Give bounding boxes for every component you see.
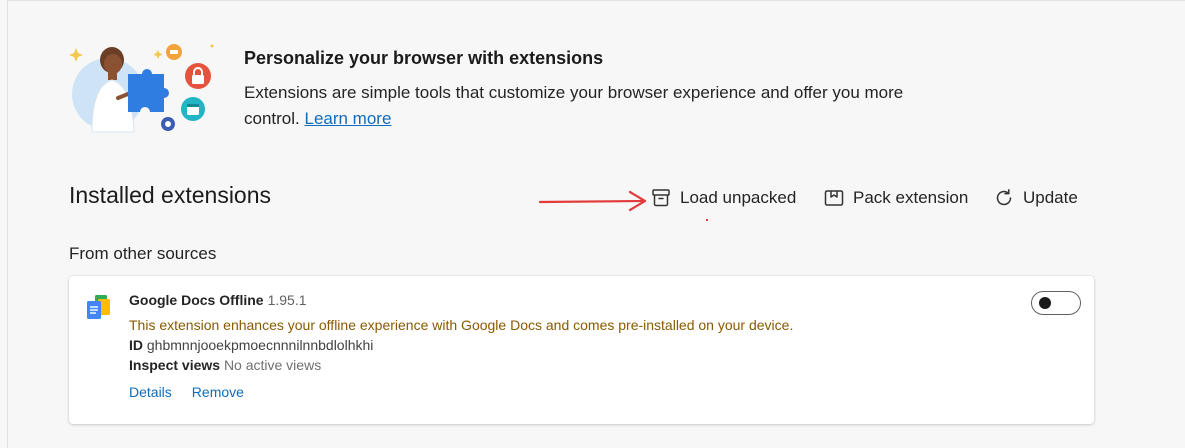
update-label: Update: [1023, 188, 1078, 207]
extensions-illustration: [69, 44, 214, 133]
from-other-sources-heading: From other sources: [69, 244, 217, 263]
extension-id-row: ID ghbmnnjooekpmoecnnnilnnbdlolhkhi: [129, 337, 373, 353]
load-unpacked-label: Load unpacked: [680, 188, 797, 207]
google-docs-offline-icon: [87, 295, 110, 319]
inspect-views-value: No active views: [223, 357, 322, 373]
installed-extensions-title: Installed extensions: [69, 182, 272, 208]
archive-box-icon: [652, 189, 670, 207]
extension-name: Google Docs Offline 1.95.1: [129, 292, 307, 308]
package-icon: [824, 190, 844, 206]
extension-note: This extension enhances your offline exp…: [129, 317, 794, 333]
remove-link[interactable]: Remove: [192, 384, 244, 400]
details-link[interactable]: Details: [129, 384, 172, 400]
hero-description: Extensions are simple tools that customi…: [244, 80, 904, 132]
extension-card: Google Docs Offline 1.95.1 This extension…: [69, 276, 1094, 424]
pack-extension-button[interactable]: Pack extension: [823, 184, 968, 212]
pack-extension-label: Pack extension: [853, 188, 969, 207]
extension-name-text: Google Docs Offline: [129, 292, 264, 308]
top-divider: [7, 0, 1185, 1]
extension-enable-toggle[interactable]: [1031, 291, 1081, 315]
red-arrow-annotation: [538, 190, 647, 212]
extension-id-value: ghbmnnjooekpmoecnnnilnnbdlolhkhi: [146, 337, 374, 353]
inspect-views-label: Inspect views: [129, 357, 221, 373]
extensions-page: Personalize your browser with extensions…: [0, 0, 1185, 448]
toggle-knob: [1039, 297, 1051, 309]
learn-more-link[interactable]: Learn more: [304, 109, 391, 128]
update-button[interactable]: Update: [993, 184, 1078, 212]
extension-actions: Details Remove: [129, 384, 244, 400]
annotation-dot: [706, 219, 708, 221]
inspect-views-row: Inspect views No active views: [129, 357, 321, 373]
left-divider: [7, 0, 8, 448]
load-unpacked-button[interactable]: Load unpacked: [650, 184, 796, 212]
refresh-icon: [996, 189, 1012, 206]
extension-version: 1.95.1: [267, 292, 307, 308]
extension-id-label: ID: [129, 337, 143, 353]
hero-title: Personalize your browser with extensions: [244, 48, 604, 68]
